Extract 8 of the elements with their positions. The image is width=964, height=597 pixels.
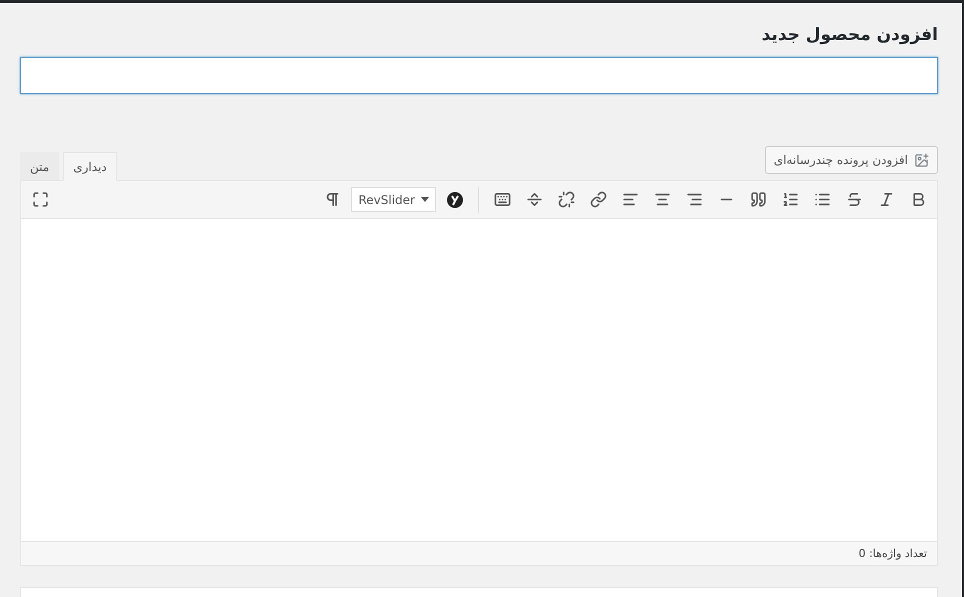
revslider-dropdown[interactable]: RevSlider	[351, 187, 436, 212]
title-input[interactable]	[20, 57, 938, 94]
add-media-button[interactable]: افزودن پرونده چندرسانه‌ای	[764, 146, 938, 174]
page-title: افزودن محصول جدید	[760, 25, 938, 45]
editor-tab[interactable]: دیداری	[63, 152, 117, 181]
media-icon	[914, 152, 929, 168]
editor-tab[interactable]: متن	[20, 152, 60, 181]
word-count: تعداد واژه‌ها: 0	[21, 541, 937, 565]
